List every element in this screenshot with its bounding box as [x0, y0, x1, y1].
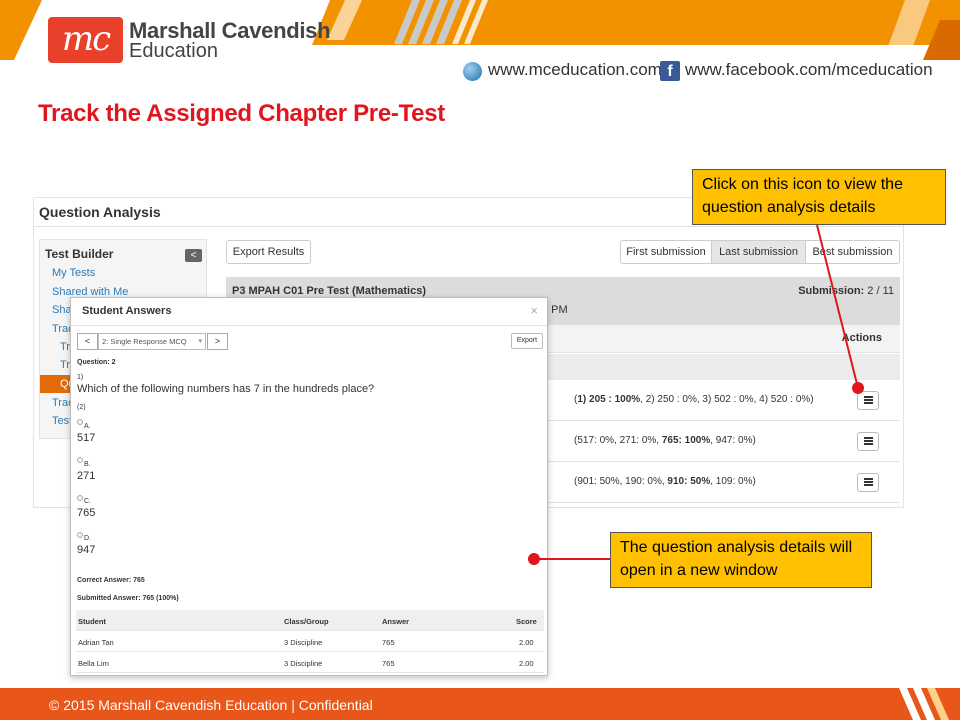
callout-new-window: The question analysis details will open …: [610, 532, 872, 588]
footer: © 2015 Marshall Cavendish Education | Co…: [0, 688, 960, 720]
footer-text: © 2015 Marshall Cavendish Education | Co…: [49, 697, 373, 713]
callout-view-details: Click on this icon to view the question …: [692, 169, 946, 225]
callout-pointer-dot: [852, 382, 864, 394]
callout-pointer-dot: [528, 553, 540, 565]
callout-lines: [535, 224, 859, 560]
footer-stripes: [899, 688, 949, 720]
